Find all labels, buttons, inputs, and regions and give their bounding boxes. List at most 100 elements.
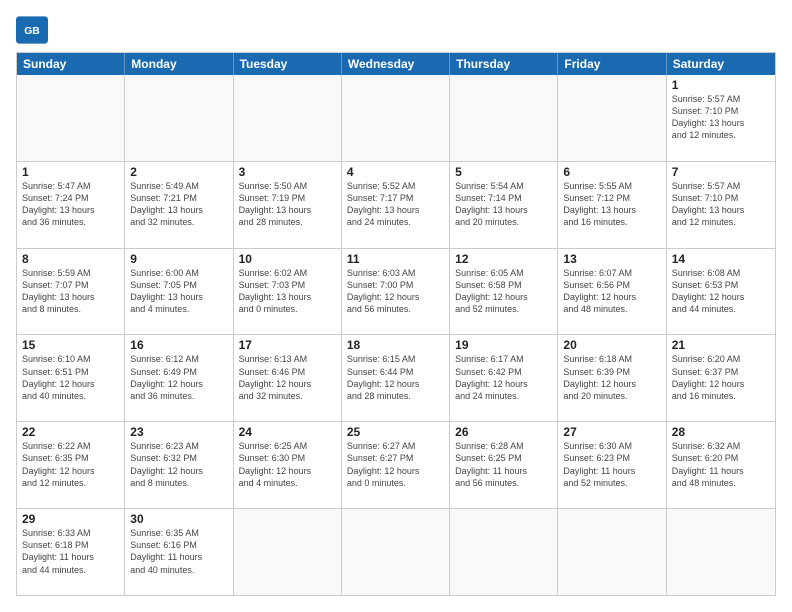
cell-line: Sunrise: 5:47 AM (22, 180, 119, 192)
cell-line: Sunrise: 6:02 AM (239, 267, 336, 279)
day-header-saturday: Saturday (667, 53, 775, 75)
cal-cell: 11Sunrise: 6:03 AMSunset: 7:00 PMDayligh… (342, 249, 450, 335)
cell-line: Sunrise: 5:59 AM (22, 267, 119, 279)
cell-line: Sunrise: 5:57 AM (672, 93, 770, 105)
logo-icon: GB (16, 16, 48, 44)
day-number: 21 (672, 338, 770, 352)
cell-line: and 16 minutes. (672, 390, 770, 402)
cell-line: Sunrise: 6:10 AM (22, 353, 119, 365)
cal-cell: 12Sunrise: 6:05 AMSunset: 6:58 PMDayligh… (450, 249, 558, 335)
cal-cell: 1Sunrise: 5:47 AMSunset: 7:24 PMDaylight… (17, 162, 125, 248)
cell-line: Daylight: 12 hours (455, 291, 552, 303)
cal-cell: 2Sunrise: 5:49 AMSunset: 7:21 PMDaylight… (125, 162, 233, 248)
cell-line: Sunrise: 5:49 AM (130, 180, 227, 192)
day-number: 14 (672, 252, 770, 266)
cal-cell: 10Sunrise: 6:02 AMSunset: 7:03 PMDayligh… (234, 249, 342, 335)
cal-cell: 30Sunrise: 6:35 AMSunset: 6:16 PMDayligh… (125, 509, 233, 595)
cal-cell (234, 509, 342, 595)
cal-cell: 26Sunrise: 6:28 AMSunset: 6:25 PMDayligh… (450, 422, 558, 508)
cal-cell: 28Sunrise: 6:32 AMSunset: 6:20 PMDayligh… (667, 422, 775, 508)
cell-line: Sunrise: 6:28 AM (455, 440, 552, 452)
cell-line: Sunrise: 6:17 AM (455, 353, 552, 365)
calendar: SundayMondayTuesdayWednesdayThursdayFrid… (16, 52, 776, 596)
cal-cell: 7Sunrise: 5:57 AMSunset: 7:10 PMDaylight… (667, 162, 775, 248)
cell-line: and 16 minutes. (563, 216, 660, 228)
logo: GB (16, 16, 52, 44)
day-number: 19 (455, 338, 552, 352)
week-row-0: 1Sunrise: 5:57 AMSunset: 7:10 PMDaylight… (17, 75, 775, 162)
cell-line: Sunrise: 5:50 AM (239, 180, 336, 192)
cell-line: and 40 minutes. (22, 390, 119, 402)
cell-line: Daylight: 12 hours (347, 378, 444, 390)
cell-line: Sunset: 6:42 PM (455, 366, 552, 378)
cal-cell (17, 75, 125, 161)
day-number: 1 (672, 78, 770, 92)
cal-cell: 19Sunrise: 6:17 AMSunset: 6:42 PMDayligh… (450, 335, 558, 421)
day-header-tuesday: Tuesday (234, 53, 342, 75)
cell-line: Sunrise: 6:35 AM (130, 527, 227, 539)
cell-line: Sunset: 6:27 PM (347, 452, 444, 464)
day-number: 29 (22, 512, 119, 526)
calendar-header: SundayMondayTuesdayWednesdayThursdayFrid… (17, 53, 775, 75)
week-row-2: 8Sunrise: 5:59 AMSunset: 7:07 PMDaylight… (17, 249, 775, 336)
cell-line: Sunrise: 6:15 AM (347, 353, 444, 365)
cell-line: Sunset: 6:39 PM (563, 366, 660, 378)
cell-line: and 24 minutes. (455, 390, 552, 402)
day-number: 3 (239, 165, 336, 179)
cell-line: Sunset: 7:10 PM (672, 192, 770, 204)
cell-line: Daylight: 11 hours (672, 465, 770, 477)
cell-line: Daylight: 12 hours (22, 378, 119, 390)
day-number: 30 (130, 512, 227, 526)
cell-line: and 48 minutes. (563, 303, 660, 315)
day-number: 10 (239, 252, 336, 266)
cal-cell: 20Sunrise: 6:18 AMSunset: 6:39 PMDayligh… (558, 335, 666, 421)
cell-line: Sunrise: 6:27 AM (347, 440, 444, 452)
cell-line: Daylight: 13 hours (455, 204, 552, 216)
cell-line: Sunset: 6:37 PM (672, 366, 770, 378)
cell-line: and 36 minutes. (130, 390, 227, 402)
cell-line: Sunrise: 6:08 AM (672, 267, 770, 279)
cell-line: Sunset: 6:23 PM (563, 452, 660, 464)
cell-line: Sunset: 6:58 PM (455, 279, 552, 291)
week-row-3: 15Sunrise: 6:10 AMSunset: 6:51 PMDayligh… (17, 335, 775, 422)
cell-line: Sunset: 7:14 PM (455, 192, 552, 204)
cell-line: Sunset: 7:12 PM (563, 192, 660, 204)
cell-line: Daylight: 12 hours (239, 465, 336, 477)
cell-line: Sunrise: 6:00 AM (130, 267, 227, 279)
cell-line: Sunset: 6:49 PM (130, 366, 227, 378)
day-number: 28 (672, 425, 770, 439)
cell-line: Daylight: 12 hours (347, 291, 444, 303)
cell-line: Daylight: 13 hours (130, 204, 227, 216)
cal-cell (125, 75, 233, 161)
day-number: 25 (347, 425, 444, 439)
day-number: 16 (130, 338, 227, 352)
cell-line: and 32 minutes. (239, 390, 336, 402)
cell-line: Sunset: 6:46 PM (239, 366, 336, 378)
cell-line: Sunrise: 6:33 AM (22, 527, 119, 539)
cell-line: Daylight: 13 hours (563, 204, 660, 216)
cell-line: Sunrise: 6:05 AM (455, 267, 552, 279)
cell-line: Sunset: 6:30 PM (239, 452, 336, 464)
cell-line: Daylight: 12 hours (130, 465, 227, 477)
cell-line: and 12 minutes. (672, 129, 770, 141)
cell-line: Daylight: 12 hours (672, 291, 770, 303)
day-number: 7 (672, 165, 770, 179)
cell-line: and 52 minutes. (455, 303, 552, 315)
day-number: 1 (22, 165, 119, 179)
day-number: 24 (239, 425, 336, 439)
cell-line: and 0 minutes. (347, 477, 444, 489)
cell-line: Sunset: 7:10 PM (672, 105, 770, 117)
day-number: 13 (563, 252, 660, 266)
cal-cell: 13Sunrise: 6:07 AMSunset: 6:56 PMDayligh… (558, 249, 666, 335)
cell-line: and 4 minutes. (239, 477, 336, 489)
day-number: 8 (22, 252, 119, 266)
cell-line: and 56 minutes. (455, 477, 552, 489)
cell-line: Daylight: 13 hours (239, 291, 336, 303)
cell-line: Sunset: 6:32 PM (130, 452, 227, 464)
day-number: 4 (347, 165, 444, 179)
cell-line: and 24 minutes. (347, 216, 444, 228)
cell-line: Daylight: 12 hours (130, 378, 227, 390)
day-number: 27 (563, 425, 660, 439)
cell-line: Daylight: 11 hours (130, 551, 227, 563)
cell-line: Sunset: 7:17 PM (347, 192, 444, 204)
